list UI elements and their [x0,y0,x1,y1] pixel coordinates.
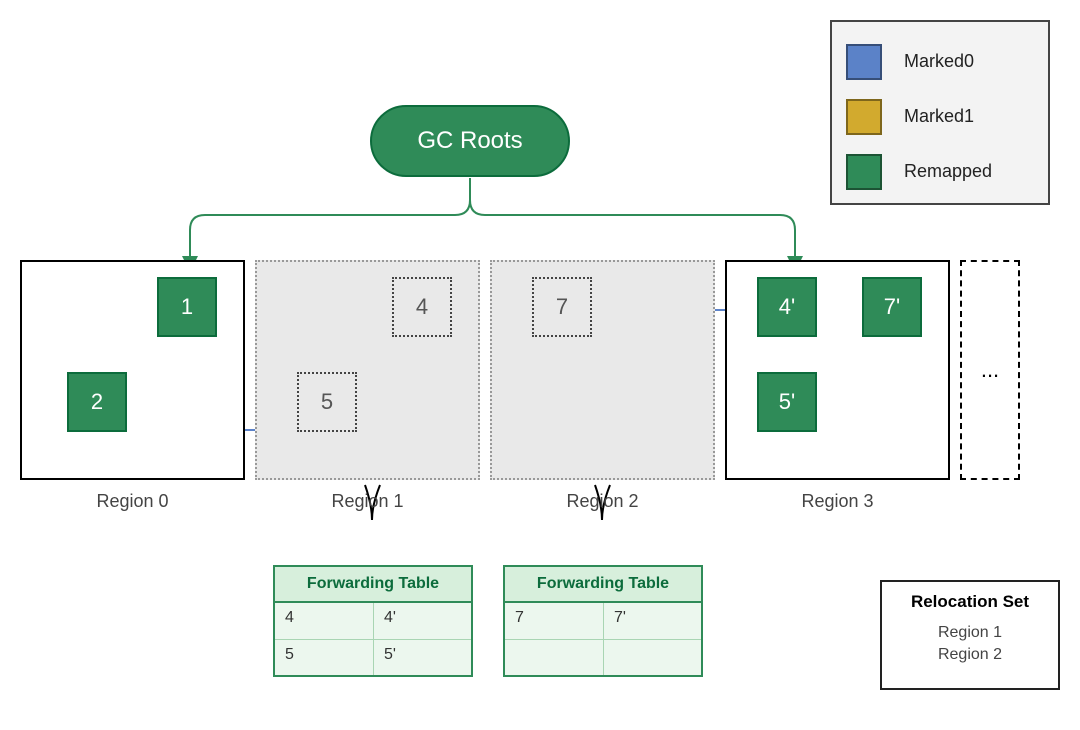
obj-5: 5 [297,372,357,432]
fwd2-row-1 [505,639,701,675]
obj-7: 7 [532,277,592,337]
forwarding-table-1: Forwarding Table 4 4' 5 5' [273,565,473,677]
relocation-set-title: Relocation Set [882,592,1058,612]
region-0: 1 2 Region 0 [20,260,245,480]
region-3: 4' 7' 5' Region 3 [725,260,950,480]
region-0-label: Region 0 [22,491,243,512]
obj-2: 2 [67,372,127,432]
fwd1-r1-to: 5' [373,640,471,675]
fwd2-row-0: 7 7' [505,603,701,639]
fwd2-r1-from [505,640,603,675]
fwd2-r1-to [603,640,701,675]
relocation-set-item-1: Region 1 [882,622,1058,644]
obj-5p: 5' [757,372,817,432]
region-2-label: Region 2 [492,491,713,512]
legend-marked1: Marked1 [846,89,1034,144]
obj-4: 4 [392,277,452,337]
legend-marked0-label: Marked0 [904,51,974,72]
region-1-label: Region 1 [257,491,478,512]
fwd1-r0-to: 4' [373,603,471,639]
region-3-label: Region 3 [727,491,948,512]
relocation-set-box: Relocation Set Region 1 Region 2 [880,580,1060,690]
legend-remapped-label: Remapped [904,161,992,182]
region-1: 4 5 Region 1 [255,260,480,480]
region-2: 7 Region 2 [490,260,715,480]
forwarding-table-2-header: Forwarding Table [505,567,701,603]
obj-4p: 4' [757,277,817,337]
regions-row: 1 2 Region 0 4 5 Region 1 7 Region 2 4' … [20,260,1060,520]
fwd1-row-0: 4 4' [275,603,471,639]
forwarding-table-1-header: Forwarding Table [275,567,471,603]
fwd1-row-1: 5 5' [275,639,471,675]
legend-marked0: Marked0 [846,34,1034,89]
fwd2-r0-to: 7' [603,603,701,639]
swatch-marked0 [846,44,882,80]
legend-remapped: Remapped [846,144,1034,199]
legend-marked1-label: Marked1 [904,106,974,127]
swatch-remapped [846,154,882,190]
fwd2-r0-from: 7 [505,603,603,639]
legend-box: Marked0 Marked1 Remapped [830,20,1050,205]
gc-roots-node: GC Roots [370,105,570,177]
relocation-set-item-2: Region 2 [882,644,1058,666]
obj-1: 1 [157,277,217,337]
fwd1-r0-from: 4 [275,603,373,639]
fwd1-r1-from: 5 [275,640,373,675]
forwarding-table-2: Forwarding Table 7 7' [503,565,703,677]
region-more: ... [960,260,1020,480]
obj-7p: 7' [862,277,922,337]
swatch-marked1 [846,99,882,135]
